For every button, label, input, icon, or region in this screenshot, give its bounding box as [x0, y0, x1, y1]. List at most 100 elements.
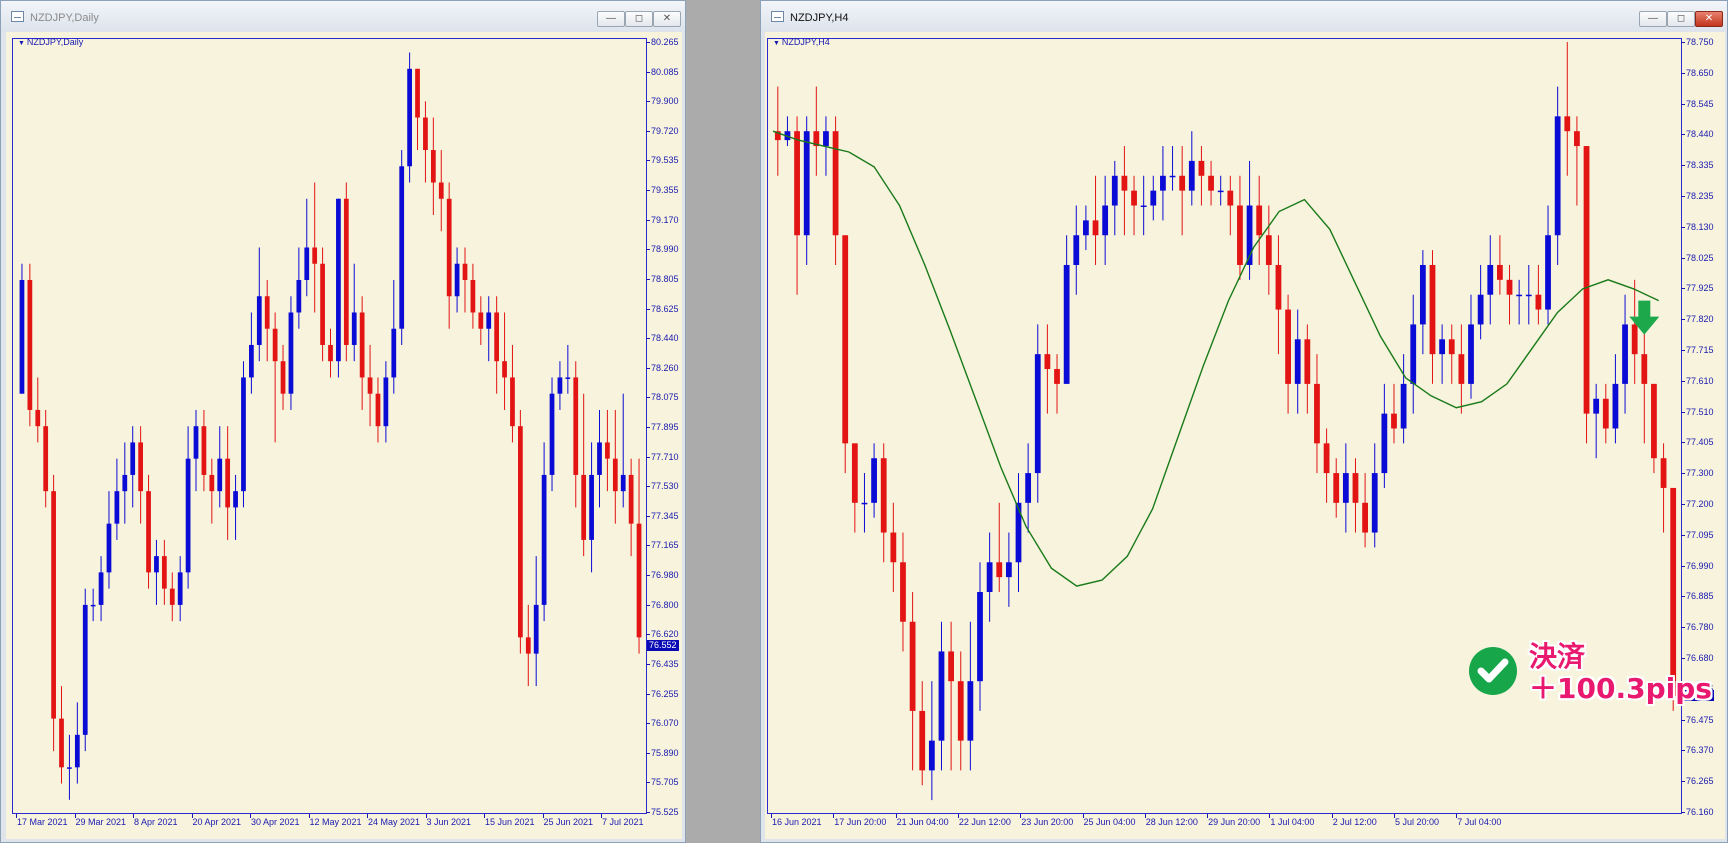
price-tick-label: 77.345: [651, 510, 679, 521]
time-tick-label: 29 Jun 20:00: [1208, 817, 1261, 827]
candle-body: [122, 474, 128, 492]
price-tick: [1681, 319, 1685, 321]
candle: [177, 556, 183, 622]
candle: [1593, 383, 1600, 459]
candle-body: [909, 621, 916, 711]
candle-body: [74, 734, 80, 768]
restore-button[interactable]: ◻: [1667, 11, 1695, 27]
candle: [312, 182, 318, 313]
candle-body: [272, 328, 278, 362]
candle-body: [1044, 354, 1051, 370]
restore-button[interactable]: ◻: [625, 11, 653, 27]
candle: [1352, 458, 1359, 533]
candle-body: [359, 312, 365, 378]
candle: [1342, 443, 1349, 533]
candle-body: [1400, 383, 1407, 429]
candle-body: [1468, 324, 1474, 384]
candle-body: [565, 377, 571, 379]
candle: [430, 117, 436, 216]
price-tick-label: 77.200: [1686, 499, 1714, 509]
candle: [51, 474, 56, 752]
candle: [1005, 532, 1012, 607]
candle: [861, 473, 868, 533]
chart-window-h4[interactable]: NZDJPY,H4 — ◻ ✕ NZDJPY,H4 78.750 78.650 78…: [760, 0, 1728, 843]
candle: [130, 426, 136, 508]
price-tick-label: 79.720: [651, 125, 679, 136]
candle: [1121, 146, 1128, 236]
price-tick-label: 76.070: [651, 718, 679, 729]
candle-body: [832, 131, 839, 236]
candle: [948, 621, 954, 771]
candle: [1083, 205, 1089, 251]
price-tick: [646, 42, 650, 43]
candle: [1265, 205, 1272, 295]
candle: [138, 426, 143, 524]
candle: [1497, 235, 1503, 295]
price-tick: [1681, 380, 1685, 382]
candle-body: [1092, 220, 1099, 236]
candle-body: [1651, 383, 1657, 459]
time-tick-label: 7 Jul 2021: [602, 817, 644, 827]
chart-area[interactable]: NZDJPY,Daily 80.26580.08579.90079.72079.…: [6, 32, 682, 839]
candle-body: [1160, 175, 1166, 191]
candle-body: [1641, 354, 1648, 384]
candle-body: [1477, 294, 1484, 325]
price-tick: [646, 486, 650, 488]
price-tick: [646, 456, 650, 458]
candle-body: [343, 198, 349, 345]
price-tick-label: 76.620: [651, 629, 679, 640]
price-tick: [646, 219, 650, 221]
candle-body: [1188, 160, 1195, 191]
time-tick-label: 25 Jun 04:00: [1083, 817, 1136, 827]
candle-body: [1439, 339, 1446, 355]
candle-body: [1622, 324, 1628, 384]
candle: [264, 279, 270, 362]
pips-label: ＋100.3pips: [1529, 672, 1712, 705]
price-tick-label: 77.530: [651, 481, 679, 492]
chart-area[interactable]: NZDJPY,H4 78.75078.65078.54578.44078.335…: [765, 32, 1725, 839]
candle: [1015, 473, 1022, 592]
candle-body: [1554, 116, 1561, 236]
price-tick-label: 80.085: [651, 66, 679, 77]
candle-body: [82, 604, 88, 735]
window-titlebar[interactable]: NZDJPY,H4 — ◻ ✕: [761, 1, 1727, 31]
minimize-button[interactable]: —: [597, 11, 625, 27]
candle-body: [1593, 398, 1600, 414]
time-tick-label: 30 Apr 2021: [251, 817, 300, 827]
candle: [1111, 160, 1118, 236]
candle-body: [296, 279, 302, 313]
candle: [1419, 250, 1426, 355]
candle-body: [1381, 413, 1388, 474]
price-tick: [1681, 750, 1685, 752]
price-tick: [1681, 504, 1685, 505]
candle: [296, 247, 302, 329]
candle: [1458, 324, 1465, 414]
candle-body: [636, 523, 642, 638]
price-tick: [1681, 288, 1685, 290]
candle-body: [90, 604, 96, 607]
candle: [502, 312, 507, 410]
candle: [1660, 443, 1667, 533]
close-button[interactable]: ✕: [653, 11, 681, 27]
chart-window-daily[interactable]: NZDJPY,Daily — ◻ ✕ NZDJPY,Daily 80.265 80…: [0, 0, 686, 843]
candle: [518, 409, 523, 654]
price-tick: [1681, 534, 1685, 536]
close-button[interactable]: ✕: [1695, 11, 1723, 27]
candle: [446, 182, 452, 329]
candle-body: [525, 637, 531, 654]
candle-body: [1102, 205, 1109, 236]
price-tick: [646, 130, 650, 132]
candle-body: [1169, 175, 1176, 178]
candle-body: [241, 377, 246, 492]
candle: [1651, 383, 1657, 474]
candle: [82, 588, 88, 752]
candle-body: [871, 458, 877, 503]
current-price-label: 76.552: [647, 640, 679, 652]
candle: [813, 86, 820, 176]
window-titlebar[interactable]: NZDJPY,Daily — ◻ ✕: [1, 1, 685, 31]
price-tick: [1681, 350, 1685, 351]
candle-body: [967, 681, 974, 741]
minimize-button[interactable]: —: [1639, 11, 1667, 27]
price-tick: [646, 367, 650, 369]
candle-body: [217, 458, 223, 492]
